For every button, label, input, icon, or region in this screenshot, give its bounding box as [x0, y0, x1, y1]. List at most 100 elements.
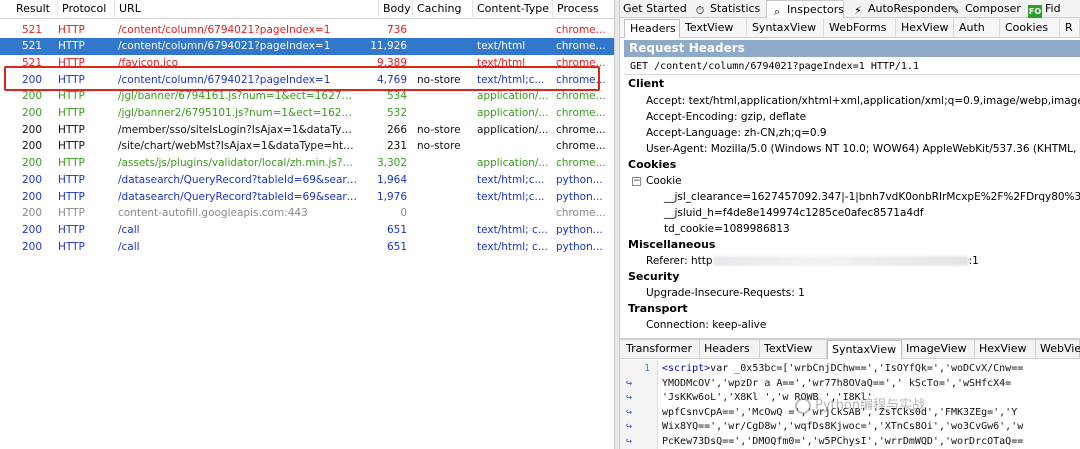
group-client[interactable]: Client — [628, 76, 664, 92]
column-process[interactable]: Process — [553, 0, 614, 19]
cell-content-type: application/... — [477, 157, 549, 170]
subtab-auth[interactable]: Auth — [954, 19, 1000, 38]
cell-process: python... — [556, 190, 603, 203]
subtab-textview[interactable]: TextView — [680, 19, 747, 38]
header-accept-language[interactable]: Accept-Language: zh-CN,zh;q=0.9 — [646, 125, 827, 141]
subtab-headers[interactable]: Headers — [624, 19, 680, 38]
cell-protocol: HTTP — [58, 40, 85, 53]
group-transport[interactable]: Transport — [628, 301, 688, 317]
column-url[interactable]: URL — [115, 0, 379, 19]
tab-composer[interactable]: ✎ Composer — [945, 0, 1023, 18]
cell-protocol: HTTP — [58, 157, 85, 170]
session-row[interactable]: 200 HTTP/datasearch/QueryRecord?tableId=6… — [0, 172, 614, 189]
tab-inspectors[interactable]: ⌕ Inspectors — [766, 0, 844, 18]
header-accept-encoding[interactable]: Accept-Encoding: gzip, deflate — [646, 109, 806, 125]
cookie-jsl-clearance[interactable]: __jsl_clearance=1627457092.347|-1|bnh7vd… — [664, 189, 1080, 205]
header-user-agent[interactable]: User-Agent: Mozilla/5.0 (Windows NT 10.0… — [646, 141, 1080, 157]
cell-content-type: text/html; c... — [477, 240, 548, 253]
header-connection[interactable]: Connection: keep-alive — [646, 317, 766, 333]
syntax-view[interactable]: 1 <script>var _0x53bc=['wrbCnjDChw==','Is… — [620, 360, 1080, 449]
header-accept[interactable]: Accept: text/html,application/xhtml+xml,… — [646, 93, 1080, 109]
code-text: Wix8YQ==','wr/CgD8w','wqfDs8Kjwoc=','XTn… — [662, 421, 1024, 433]
main-tabbar: Get Started ⏱ Statistics ⌕ Inspectors ⚡ AutoRe… — [620, 0, 1080, 18]
session-row[interactable]: 200 HTTP/member/sso/siteIsLogin?IsAjax=1&… — [0, 122, 614, 139]
wrap-icon: ↪ — [626, 406, 633, 418]
cell-result: 200 — [22, 123, 43, 136]
cell-url: /call — [118, 240, 140, 253]
cell-url: /datasearch/QueryRecord?tableId=69&searc… — [118, 173, 358, 186]
session-row[interactable]: 200 HTTP/datasearch/QueryRecord?tableId=6… — [0, 189, 614, 206]
cell-body: 532 — [386, 107, 407, 119]
sessions-header: Result Protocol URL Body Caching Content… — [0, 0, 614, 19]
cell-body: 231 — [386, 140, 407, 153]
column-result[interactable]: Result — [0, 0, 58, 19]
response-tab-hexview[interactable]: HexView — [975, 340, 1036, 359]
cell-caching: no-store — [417, 140, 461, 153]
group-cookies[interactable]: Cookies — [628, 157, 676, 173]
code-line: ↪ wpfCsnvCpA==','McOwQ =','wrjCkSAB','ZsT… — [620, 406, 1080, 421]
header-upgrade-insecure[interactable]: Upgrade-Insecure-Requests: 1 — [646, 285, 805, 301]
response-tab-syntaxview[interactable]: SyntaxView — [827, 340, 902, 359]
cell-protocol: HTTP — [58, 190, 85, 203]
headers-tree[interactable]: Client Accept: text/html,application/xht… — [624, 76, 1080, 338]
header-referer[interactable]: Referer: http:1 — [646, 253, 979, 269]
subtab-hexview[interactable]: HexView — [896, 19, 954, 38]
tab-fid[interactable]: FO Fid — [1025, 0, 1080, 18]
cell-result: 200 — [22, 157, 43, 170]
code-text: 'JsKKw6oL','X8Kl ','w ROWB ','I8Kl' — [662, 392, 873, 404]
subtab-r[interactable]: R — [1060, 19, 1080, 38]
response-tab-transformer[interactable]: Transformer — [622, 340, 700, 359]
session-row[interactable]: 521 HTTP/content/column/6794021?pageIndex… — [0, 38, 614, 55]
cookie-node[interactable]: − Cookie — [632, 173, 682, 189]
fo-badge-icon: FO — [1028, 5, 1042, 18]
column-body[interactable]: Body — [379, 0, 413, 19]
code-text: PcKew73DsQ==','DMOQfm0=','w5PChysI','wrr… — [662, 436, 1024, 447]
cell-process: chrome... — [556, 157, 606, 170]
group-miscellaneous[interactable]: Miscellaneous — [628, 237, 715, 253]
column-content-type[interactable]: Content-Type — [473, 0, 553, 19]
cell-body: 651 — [386, 223, 407, 236]
session-row[interactable]: 200 HTTP/call 651 text/html; c... python... — [0, 222, 614, 239]
cookie-td[interactable]: td_cookie=1089986813 — [664, 221, 790, 237]
cell-result: 200 — [22, 173, 43, 186]
cell-body: 736 — [386, 23, 407, 36]
response-tab-imageview[interactable]: ImageView — [902, 340, 975, 359]
tab-get-started[interactable]: Get Started — [620, 0, 690, 18]
session-row[interactable]: 521 HTTP/content/column/6794021?pageIndex… — [0, 22, 614, 39]
subtab-syntaxview[interactable]: SyntaxView — [747, 19, 824, 38]
session-row[interactable]: 200 HTTP/call 651 text/html; c... python... — [0, 239, 614, 256]
collapse-icon[interactable]: − — [632, 176, 641, 186]
cell-result: 521 — [22, 23, 43, 36]
cell-process: chrome... — [556, 207, 606, 220]
response-tab-webvie[interactable]: WebVie — [1036, 340, 1080, 359]
cell-url: /assets/js/plugins/validator/local/zh.mi… — [118, 157, 358, 170]
tab-label: Get Started — [623, 2, 687, 15]
sessions-list[interactable]: Result Protocol URL Body Caching Content… — [0, 0, 614, 449]
cell-content-type — [477, 205, 552, 222]
code-line: ↪ Wix8YQ==','wr/CgD8w','wqfDs8Kjwoc=','XT… — [620, 420, 1080, 435]
session-row[interactable]: 200 HTTP content-autofill.googleapis.com:4… — [0, 205, 614, 222]
cell-url: /content/column/6794021?pageIndex=1 — [118, 23, 331, 36]
session-row[interactable]: 200 HTTP/assets/js/plugins/validator/loca… — [0, 155, 614, 172]
cookie-jsluid[interactable]: __jsluid_h=f4de8e149974c1285ce0afec8571a… — [664, 205, 923, 221]
cell-caching — [417, 105, 472, 122]
column-protocol[interactable]: Protocol — [58, 0, 115, 19]
tab-autoresponder[interactable]: ⚡ AutoResponder — [848, 0, 952, 18]
group-security[interactable]: Security — [628, 269, 679, 285]
column-caching[interactable]: Caching — [413, 0, 473, 19]
cell-caching — [417, 155, 472, 172]
cell-url: /call — [118, 223, 140, 236]
subtab-cookies[interactable]: Cookies — [1000, 19, 1060, 38]
tab-statistics[interactable]: ⏱ Statistics — [690, 0, 761, 18]
cell-url: /content/column/6794021?pageIndex=1 — [118, 40, 331, 53]
cell-body: 0 — [400, 207, 407, 220]
wrap-icon: ↪ — [626, 436, 633, 447]
subtab-webforms[interactable]: WebForms — [824, 19, 896, 38]
cell-protocol: HTTP — [58, 123, 85, 136]
code-text: <script>var _0x53bc=['wrbCnjDChw==','IsO… — [662, 363, 1024, 374]
session-row[interactable]: 200 HTTP/site/chart/webMst?IsAjax=1&dataT… — [0, 138, 614, 155]
response-tab-headers[interactable]: Headers — [700, 340, 760, 359]
session-row[interactable]: 200 HTTP/jgl/banner2/6795101.js?num=1&ect… — [0, 105, 614, 122]
response-tab-textview[interactable]: TextView — [760, 340, 827, 359]
cell-content-type: application/... — [477, 123, 549, 136]
